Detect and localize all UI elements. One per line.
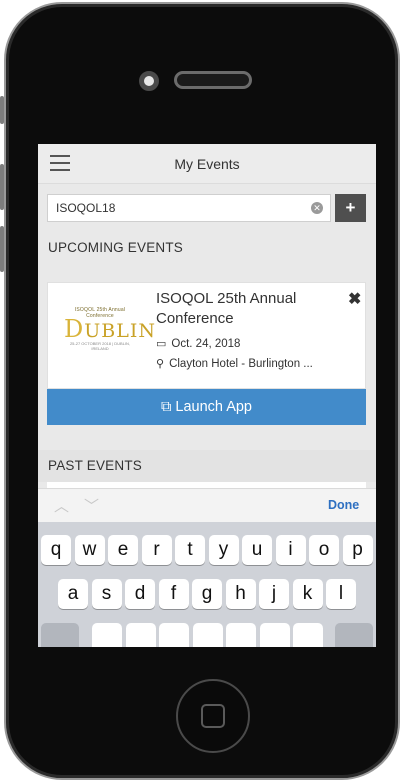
key[interactable]: l [326,579,356,609]
event-logo: ISOQOL 25th Annual Conference DUBLIN 25-… [64,307,155,351]
event-date-text: Oct. 24, 2018 [171,338,241,350]
logo-initial: D [64,315,85,343]
key[interactable]: w [74,535,105,565]
map-marker-icon: ⚲ [156,358,165,370]
event-venue-text: Clayton Hotel - Burlington ... [169,358,313,370]
key[interactable]: s [91,579,122,609]
shift-key[interactable] [41,623,79,647]
key[interactable]: k [292,579,323,609]
key[interactable]: t [175,535,205,565]
search-row: ISOQOL18 ✕ + [38,184,376,230]
event-title[interactable]: ISOQOL 25th Annual Conference [156,289,336,329]
event-card[interactable]: ISOQOL 25th Annual Conference DUBLIN 25-… [47,282,366,389]
logo-word-rest: UBLIN [84,320,156,342]
key[interactable]: y [208,535,239,565]
home-square-icon [201,704,225,728]
key[interactable]: p [342,535,373,565]
key[interactable]: g [192,579,222,609]
key[interactable]: a [58,579,88,609]
keyboard: q w e r t y u i o p a s d f g h j k l [38,522,376,647]
nav-bar: My Events [38,144,376,184]
key[interactable]: d [125,579,155,609]
previous-field-icon[interactable]: ︿ [54,495,69,516]
keyboard-row-3 [38,623,376,647]
hamburger-icon[interactable] [50,155,70,171]
logo-wordmark: DUBLIN [64,317,155,341]
mute-switch [0,96,4,124]
key[interactable]: h [225,579,256,609]
app-screen: My Events ISOQOL18 ✕ + UPCOMING EVENTS I… [38,144,376,647]
add-event-button[interactable]: + [335,194,366,222]
next-field-icon[interactable]: ﹀ [84,495,99,516]
upcoming-events-heading: UPCOMING EVENTS [48,240,184,255]
key[interactable] [293,623,323,647]
logo-text-bottom: 25-27 OCTOBER 2018 | DUBLIN, IRELAND [69,341,131,351]
key[interactable]: r [141,535,172,565]
past-events-heading: PAST EVENTS [38,450,376,482]
key[interactable]: o [309,535,339,565]
remove-event-icon[interactable]: ✖ [348,289,361,309]
camera-icon [139,71,159,91]
key[interactable]: i [275,535,306,565]
page-title: My Events [174,155,240,172]
calendar-icon: ▭ [156,338,167,350]
key[interactable] [226,623,256,647]
key[interactable] [259,623,290,647]
keyboard-toolbar: ︿ ﹀ Done [38,488,376,522]
key[interactable]: f [158,579,189,609]
key[interactable] [92,623,122,647]
home-button[interactable] [176,679,250,753]
event-date: ▭ Oct. 24, 2018 [156,337,240,350]
keyboard-row-2: a s d f g h j k l [38,579,376,609]
volume-up-button [0,164,4,210]
backspace-key[interactable] [335,623,373,647]
key[interactable]: q [41,535,71,565]
key[interactable] [159,623,189,647]
key[interactable] [125,623,156,647]
done-button[interactable]: Done [328,498,359,512]
clear-icon[interactable]: ✕ [311,202,323,214]
key[interactable]: j [259,579,289,609]
launch-app-label: Launch App [175,399,252,415]
search-input[interactable]: ISOQOL18 [47,194,331,222]
keyboard-row-1: q w e r t y u i o p [38,535,376,565]
launch-app-button[interactable]: ⧉ Launch App [47,389,366,425]
key[interactable] [192,623,223,647]
external-link-icon: ⧉ [161,399,176,415]
key[interactable]: u [242,535,272,565]
event-venue: ⚲ Clayton Hotel - Burlington ... [156,357,313,370]
key[interactable]: e [108,535,138,565]
volume-down-button [0,226,4,272]
earpiece [174,71,252,89]
